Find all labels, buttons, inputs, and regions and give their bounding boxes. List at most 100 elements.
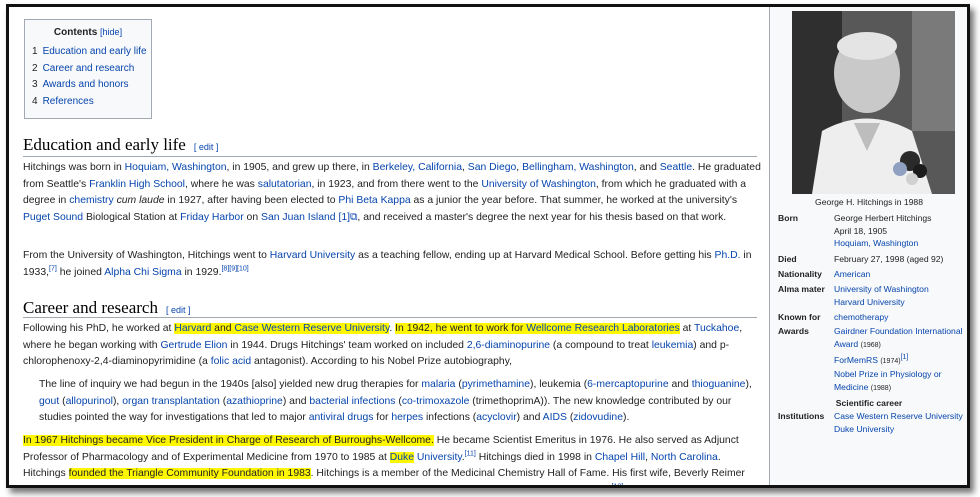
toc-hide-link[interactable]: [hide] — [100, 27, 122, 37]
inline-link[interactable]: Harvard University — [270, 250, 355, 261]
alma-mater-link[interactable]: University of Washington — [834, 284, 929, 294]
text-run: on — [243, 211, 262, 223]
inline-link[interactable]: antiviral drugs — [309, 412, 374, 423]
blockquote-nobel: The line of inquiry we had begun in the … — [39, 377, 759, 427]
text-run: in 1927, after having been elected to — [164, 195, 339, 206]
inline-link[interactable]: Bellingham, Washington — [522, 162, 634, 173]
section-divider — [23, 156, 757, 157]
section-divider — [23, 317, 757, 318]
inline-link[interactable]: San Diego — [468, 162, 517, 173]
inline-link[interactable]: co-trimoxazole — [402, 396, 470, 407]
inline-link[interactable]: chemistry — [69, 195, 113, 206]
inline-link[interactable]: Duke — [389, 451, 415, 463]
inline-link[interactable]: [8][9][10] — [221, 265, 248, 272]
inline-link[interactable]: Phi Beta Kappa — [338, 195, 410, 206]
edit-education-link[interactable]: [ edit ] — [194, 142, 219, 152]
text-run: infections ( — [423, 412, 477, 423]
inline-link[interactable]: malaria — [421, 379, 455, 390]
inline-link[interactable]: 2,6-diaminopurine — [467, 340, 550, 351]
born-place-link[interactable]: Hoquiam, Washington — [834, 238, 918, 248]
inline-link[interactable]: North Carolina — [651, 452, 718, 463]
known-for-link[interactable]: chemotherapy — [834, 311, 967, 324]
toc-item-awards[interactable]: 3 Awards and honors — [32, 77, 151, 94]
text-run: , in 1923, and from there went to the — [311, 178, 482, 190]
toc-item-education[interactable]: 1 Education and early life — [32, 44, 151, 61]
text-run: founded the Triangle Community Foundatio… — [68, 468, 311, 479]
inline-link[interactable]: bacterial infections — [309, 396, 395, 407]
screenshot-frame: Contents [hide] 1 Education and early lif… — [6, 4, 970, 488]
inline-link[interactable]: Berkeley, California — [373, 162, 462, 173]
text-run: Biological Station at — [83, 211, 181, 223]
institution-link[interactable]: Duke University — [834, 424, 894, 434]
text-run: for — [373, 412, 392, 423]
inline-link[interactable]: herpes — [391, 412, 423, 423]
inline-link[interactable]: acyclovir — [476, 412, 516, 423]
award-link[interactable]: Gairdner Foundation International Award — [834, 326, 963, 349]
paragraph-education-1: Hitchings was born in Hoquiam, Washingto… — [23, 160, 761, 226]
section-heading-career: Career and research[ edit ] — [23, 298, 191, 317]
toc-title: Contents — [53, 27, 98, 38]
text-run: as a junior the year before. That summer… — [410, 195, 738, 206]
inline-link[interactable]: salutatorian — [258, 179, 312, 190]
text-run: , in 1905, and grew up there, in — [226, 162, 373, 173]
inline-link[interactable]: San Juan Island — [261, 212, 336, 223]
inline-link[interactable]: [11] — [465, 450, 476, 457]
text-run: , where he was — [184, 178, 258, 190]
inline-link[interactable]: AIDS — [543, 412, 567, 423]
text-run: , and received a master's degree the nex… — [357, 211, 727, 223]
text-run: and — [668, 379, 692, 390]
text-run: ) and — [282, 395, 310, 407]
nationality-link[interactable]: American — [834, 268, 967, 281]
inline-link[interactable]: Puget Sound — [23, 212, 83, 223]
text-run: and — [211, 323, 235, 334]
portrait-image — [792, 11, 955, 194]
inline-link[interactable]: Franklin High School — [89, 179, 185, 190]
inline-link[interactable]: pyrimethamine — [462, 379, 530, 390]
text-run: The line of inquiry we had begun in the … — [39, 379, 422, 390]
inline-link[interactable]: 6-mercaptopurine — [587, 379, 668, 390]
inline-link[interactable]: University of Washington — [481, 179, 596, 190]
text-run: (a compound to treat — [550, 339, 652, 351]
inline-link[interactable]: Case Western Reserve University — [234, 323, 390, 334]
inline-link[interactable]: [12] — [612, 483, 624, 485]
text-run: Following his PhD, he worked at — [23, 323, 175, 334]
inline-link[interactable]: gout — [39, 396, 59, 407]
inline-link[interactable]: University — [414, 452, 462, 463]
inline-link[interactable]: thioguanine — [692, 379, 746, 390]
text-run: ), — [745, 379, 752, 390]
text-run: Hitchings was born in — [23, 162, 125, 173]
paragraph-career-2: In 1967 Hitchings became Vice President … — [23, 433, 761, 485]
text-run: in 1929. — [181, 266, 222, 278]
inline-link[interactable]: organ transplantation — [122, 396, 220, 407]
toc-item-references[interactable]: 4 References — [32, 94, 151, 111]
inline-link[interactable]: leukemia — [652, 340, 694, 351]
alma-mater-link[interactable]: Harvard University — [834, 297, 905, 307]
award-link[interactable]: ForMemRS — [834, 355, 878, 365]
text-run: ), leukemia ( — [529, 379, 588, 390]
inline-link[interactable]: Wellcome Research Laboratories — [526, 323, 680, 334]
inline-link[interactable]: [7] — [49, 265, 57, 272]
text-run: cum laude — [116, 195, 165, 206]
inline-link[interactable]: Hoquiam, Washington — [125, 162, 227, 173]
died-value: February 27, 1998 (aged 92) — [834, 254, 944, 264]
edit-career-link[interactable]: [ edit ] — [166, 305, 191, 315]
inline-link[interactable]: Tuckahoe — [694, 323, 739, 334]
text-run: as a teaching fellow, ending up at Harva… — [355, 250, 715, 261]
inline-link[interactable]: allopurinol — [66, 396, 113, 407]
article-page: Contents [hide] 1 Education and early lif… — [9, 7, 967, 485]
inline-link[interactable]: Chapel Hill — [595, 452, 645, 463]
inline-link[interactable]: [1]⧉ — [338, 212, 357, 223]
inline-link[interactable]: azathioprine — [226, 396, 283, 407]
inline-link[interactable]: Harvard — [174, 323, 212, 334]
toc-item-career[interactable]: 2 Career and research — [32, 61, 151, 78]
institution-link[interactable]: Case Western Reserve University — [834, 411, 963, 421]
inline-link[interactable]: folic acid — [211, 356, 251, 367]
inline-link[interactable]: Alpha Chi Sigma — [104, 267, 181, 278]
inline-link[interactable]: Friday Harbor — [180, 212, 244, 223]
inline-link[interactable]: zidovudine — [573, 412, 623, 423]
inline-link[interactable]: Seattle — [660, 162, 692, 173]
inline-link[interactable]: Gertrude Elion — [160, 340, 227, 351]
text-run: ). — [622, 412, 630, 423]
text-run: , and — [633, 162, 660, 173]
inline-link[interactable]: Ph.D. — [715, 250, 741, 261]
